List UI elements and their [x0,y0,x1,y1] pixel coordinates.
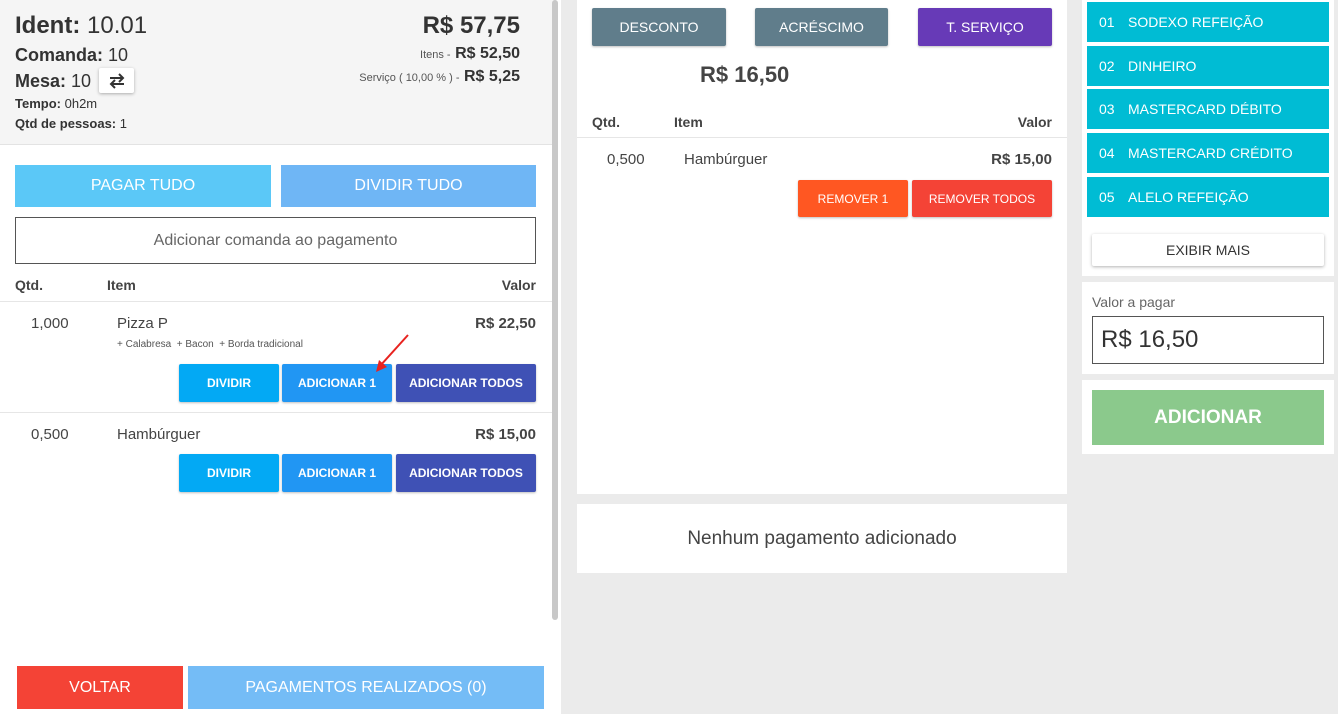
ident-label: Ident: [15,12,81,39]
pagamentos-realizados-button[interactable]: PAGAMENTOS REALIZADOS (0) [188,666,544,709]
method-number: 04 [1099,145,1115,161]
table-row: 0,500 Hambúrguer R$ 15,00 DIVIDIR ADICIO… [0,412,552,502]
valor-a-pagar-input[interactable]: R$ 16,50 [1092,316,1324,364]
itens-line: Itens - R$ 52,50 [420,45,520,63]
adicionar-1-button[interactable]: ADICIONAR 1 [282,454,392,492]
servico-label: Serviço ( 10,00 % ) - [359,72,460,84]
exibir-mais-button[interactable]: EXIBIR MAIS [1092,234,1324,266]
row-valor: R$ 15,00 [475,426,536,443]
pessoas-value: 1 [119,116,127,131]
tempo-line: Tempo: 0h2m [15,96,97,111]
pagar-tudo-button[interactable]: PAGAR TUDO [15,165,271,207]
payment-subtotal: R$ 16,50 [700,62,790,87]
servico-value: R$ 5,25 [463,68,520,85]
row-qtd: 1,000 [31,315,69,332]
method-number: 05 [1099,189,1115,205]
mesa-line: Mesa: 10 [15,71,91,92]
remover-todos-button[interactable]: REMOVER TODOS [912,180,1052,217]
ident-value: 10.01 [87,12,148,39]
col-qtd-header: Qtd. [15,277,43,293]
tempo-label: Tempo: [15,96,61,111]
voltar-button[interactable]: VOLTAR [17,666,183,709]
row-valor: R$ 15,00 [991,151,1052,168]
col-valor-header: Valor [501,277,536,293]
col-item-header: Item [674,114,703,130]
comanda-label: Comanda: [15,45,104,65]
table-row: 1,000 Pizza P + Calabresa + Bacon + Bord… [0,301,552,412]
method-name: MASTERCARD DÉBITO [1128,101,1282,117]
comanda-line: Comanda: 10 [15,45,128,66]
adicionar-todos-button[interactable]: ADICIONAR TODOS [396,364,536,402]
adicionar-button[interactable]: ADICIONAR [1092,390,1324,445]
valor-a-pagar-label: Valor a pagar [1092,294,1176,310]
scrollbar[interactable] [552,0,558,620]
method-number: 01 [1099,14,1115,30]
ident-line: Ident: 10.01 [15,12,147,40]
method-name: DINHEIRO [1128,58,1197,74]
row-item: Pizza P [117,315,168,332]
remover-1-button[interactable]: REMOVER 1 [798,180,908,217]
row-qtd: 0,500 [607,151,645,168]
servico-line: Serviço ( 10,00 % ) - R$ 5,25 [359,68,520,86]
red-arrow-annotation-icon [376,334,409,372]
pessoas-line: Qtd de pessoas: 1 [15,116,127,131]
dividir-button[interactable]: DIVIDIR [179,454,279,492]
order-total: R$ 57,75 [422,12,520,39]
payment-method-item[interactable]: 02 DINHEIRO [1087,46,1329,86]
transfer-table-button[interactable] [99,68,134,93]
row-extras: + Calabresa + Bacon + Borda tradicional [117,339,303,350]
add-comanda-input[interactable]: Adicionar comanda ao pagamento [15,217,536,264]
valor-a-pagar-card: Valor a pagar R$ 16,50 [1082,282,1334,374]
dividir-button[interactable]: DIVIDIR [179,364,279,402]
row-item: Hambúrguer [117,426,201,443]
dividir-tudo-button[interactable]: DIVIDIR TUDO [281,165,536,207]
table-row: 0,500 Hambúrguer R$ 15,00 REMOVER 1 REMO… [577,137,1067,227]
tempo-value: 0h2m [64,96,98,111]
method-name: ALELO REFEIÇÃO [1128,189,1249,205]
taxa-servico-button[interactable]: T. SERVIÇO [918,8,1052,46]
payment-items-panel: DESCONTO ACRÉSCIMO T. SERVIÇO R$ 16,50 Q… [577,0,1067,494]
left-panel: Ident: 10.01 Comanda: 10 Mesa: 10 Tempo:… [0,0,561,714]
swap-arrows-icon [109,72,124,89]
acrescimo-button[interactable]: ACRÉSCIMO [755,8,888,46]
payment-method-item[interactable]: 01 SODEXO REFEIÇÃO [1087,2,1329,42]
method-name: SODEXO REFEIÇÃO [1128,14,1264,30]
method-number: 02 [1099,58,1115,74]
mesa-label: Mesa: [15,71,67,91]
adicionar-card: ADICIONAR [1082,380,1334,454]
mesa-value: 10 [71,71,92,91]
row-qtd: 0,500 [31,426,69,443]
col-item-header: Item [107,277,136,293]
payment-method-item[interactable]: 03 MASTERCARD DÉBITO [1087,89,1329,129]
col-qtd-header: Qtd. [592,114,620,130]
row-item: Hambúrguer [684,151,768,168]
col-valor-header: Valor [1017,114,1052,130]
method-number: 03 [1099,101,1115,117]
itens-value: R$ 52,50 [455,45,520,62]
payment-method-item[interactable]: 04 MASTERCARD CRÉDITO [1087,133,1329,173]
empty-payments-message: Nenhum pagamento adicionado [577,504,1067,573]
desconto-button[interactable]: DESCONTO [592,8,726,46]
adicionar-todos-button[interactable]: ADICIONAR TODOS [396,454,536,492]
payment-method-item[interactable]: 05 ALELO REFEIÇÃO [1087,177,1329,217]
itens-label: Itens - [420,49,451,61]
row-valor: R$ 22,50 [475,315,536,332]
order-summary: Ident: 10.01 Comanda: 10 Mesa: 10 Tempo:… [0,0,556,145]
comanda-value: 10 [108,45,129,65]
pessoas-label: Qtd de pessoas: [15,116,117,131]
method-name: MASTERCARD CRÉDITO [1128,145,1293,161]
